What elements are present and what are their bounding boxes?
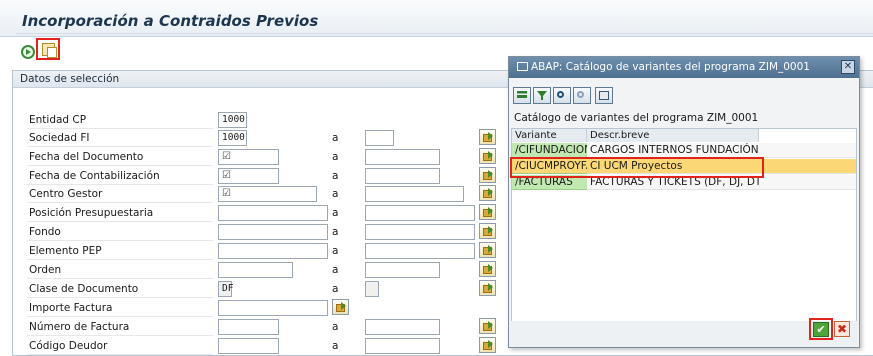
multiple-selection-button[interactable] [479,337,496,353]
field-label: Posición Presupuestaria [29,207,154,219]
field-underline [27,202,213,203]
field-underline [27,184,213,185]
field-high-input[interactable] [365,149,440,165]
multiple-selection-button[interactable] [479,167,496,183]
field-underline [27,354,213,355]
multiple-selection-button[interactable] [479,318,496,334]
field-low-input[interactable] [218,205,328,221]
field-label: Fondo [29,226,61,238]
selected-row-highlight [510,157,764,178]
ok-button[interactable]: ✔ [813,322,829,337]
field-high-input[interactable] [365,319,440,335]
field-high-input[interactable] [365,281,379,297]
variant-description-cell[interactable]: CARGOS INTERNOS FUNDACIÓN [587,143,856,158]
field-underline [27,297,213,298]
field-high-input[interactable] [365,338,440,354]
field-high-input[interactable] [365,243,475,259]
print-button[interactable] [595,87,613,104]
field-low-input[interactable]: ☑ [218,186,317,202]
field-high-input[interactable] [365,168,440,184]
field-low-input[interactable] [218,243,328,259]
field-high-input[interactable] [365,130,394,146]
field-underline [27,240,213,241]
field-high-input[interactable] [365,205,475,221]
field-label: Elemento PEP [29,245,102,257]
dialog-title-bar: ABAP: Catálogo de variantes del programa… [509,57,859,78]
field-label: Orden [29,264,62,276]
field-low-input[interactable]: DF [218,281,233,297]
range-separator-label: a [332,188,339,200]
window-icon [517,62,528,71]
field-low-input[interactable] [218,319,279,335]
header-bar: Incorporación a Contraidos Previos [0,0,873,37]
range-separator-label: a [332,170,339,182]
field-high-input[interactable] [365,224,475,240]
field-label: Centro Gestor [29,188,103,200]
range-separator-label: a [332,283,339,295]
field-low-input[interactable]: ☑ [218,149,279,165]
dialog-title: ABAP: Catálogo de variantes del programa… [531,61,810,73]
field-label: Entidad CP [29,114,87,126]
field-label: Importe Factura [29,302,113,314]
range-separator-label: a [332,245,339,257]
find-button[interactable] [553,87,571,104]
multiple-selection-button[interactable] [479,148,496,164]
field-underline [27,221,213,222]
cancel-button[interactable]: ✖ [834,321,850,337]
page-title: Incorporación a Contraidos Previos [22,12,319,30]
multiple-selection-button[interactable] [479,261,496,277]
field-low-input[interactable] [218,262,293,278]
field-low-input[interactable] [218,338,279,354]
range-separator-label: a [332,226,339,238]
multiple-selection-button[interactable] [479,242,496,258]
field-high-input[interactable] [365,186,464,202]
field-label: Clase de Documento [29,283,139,295]
get-variant-icon [42,43,57,58]
field-high-input[interactable] [365,262,440,278]
get-variant-button[interactable] [36,38,60,60]
dialog-footer [509,321,859,347]
field-low-input[interactable] [218,300,328,316]
close-icon[interactable]: ✕ [841,60,855,74]
field-underline [27,259,213,260]
header-divider [16,33,873,34]
multiple-selection-button[interactable] [479,204,496,220]
variant-catalog-dialog: ABAP: Catálogo de variantes del programa… [508,56,860,348]
range-separator-label: a [332,207,339,219]
field-underline [27,128,213,129]
field-label: Código Deudor [29,340,108,352]
field-low-input[interactable]: 1000 [218,130,247,146]
range-separator-label: a [332,321,339,333]
range-separator-label: a [332,132,339,144]
field-underline [27,335,213,336]
column-header-variant[interactable]: Variante [512,129,587,142]
field-underline [27,316,213,317]
field-label: Fecha de Contabilización [29,170,160,182]
ok-button-frame: ✔ [809,318,833,340]
sort-ascending-button[interactable] [513,87,531,104]
variant-name-cell[interactable]: /CIFUNDACION [512,143,592,158]
range-separator-label: a [332,151,339,163]
find-next-button[interactable] [573,87,591,104]
multiple-selection-button[interactable] [479,129,496,145]
field-underline [27,165,213,166]
field-low-input[interactable]: 1000 [218,112,247,128]
field-underline [27,146,213,147]
range-separator-label: a [332,264,339,276]
range-separator-label: a [332,340,339,352]
filter-button[interactable] [533,87,551,104]
multiple-selection-button[interactable] [479,185,496,201]
execute-icon[interactable] [21,45,35,59]
field-label: Sociedad FI [29,132,90,144]
field-underline [27,278,213,279]
multiple-selection-button[interactable] [332,299,349,315]
column-header-description[interactable]: Descr.breve [587,129,759,142]
multiple-selection-button[interactable] [479,223,496,239]
multiple-selection-button[interactable] [479,280,496,296]
field-low-input[interactable]: ☑ [218,168,279,184]
catalog-title: Catálogo de variantes del programa ZIM_0… [514,112,759,124]
field-low-input[interactable] [218,224,328,240]
field-label: Número de Factura [29,321,130,333]
field-label: Fecha del Documento [29,151,144,163]
